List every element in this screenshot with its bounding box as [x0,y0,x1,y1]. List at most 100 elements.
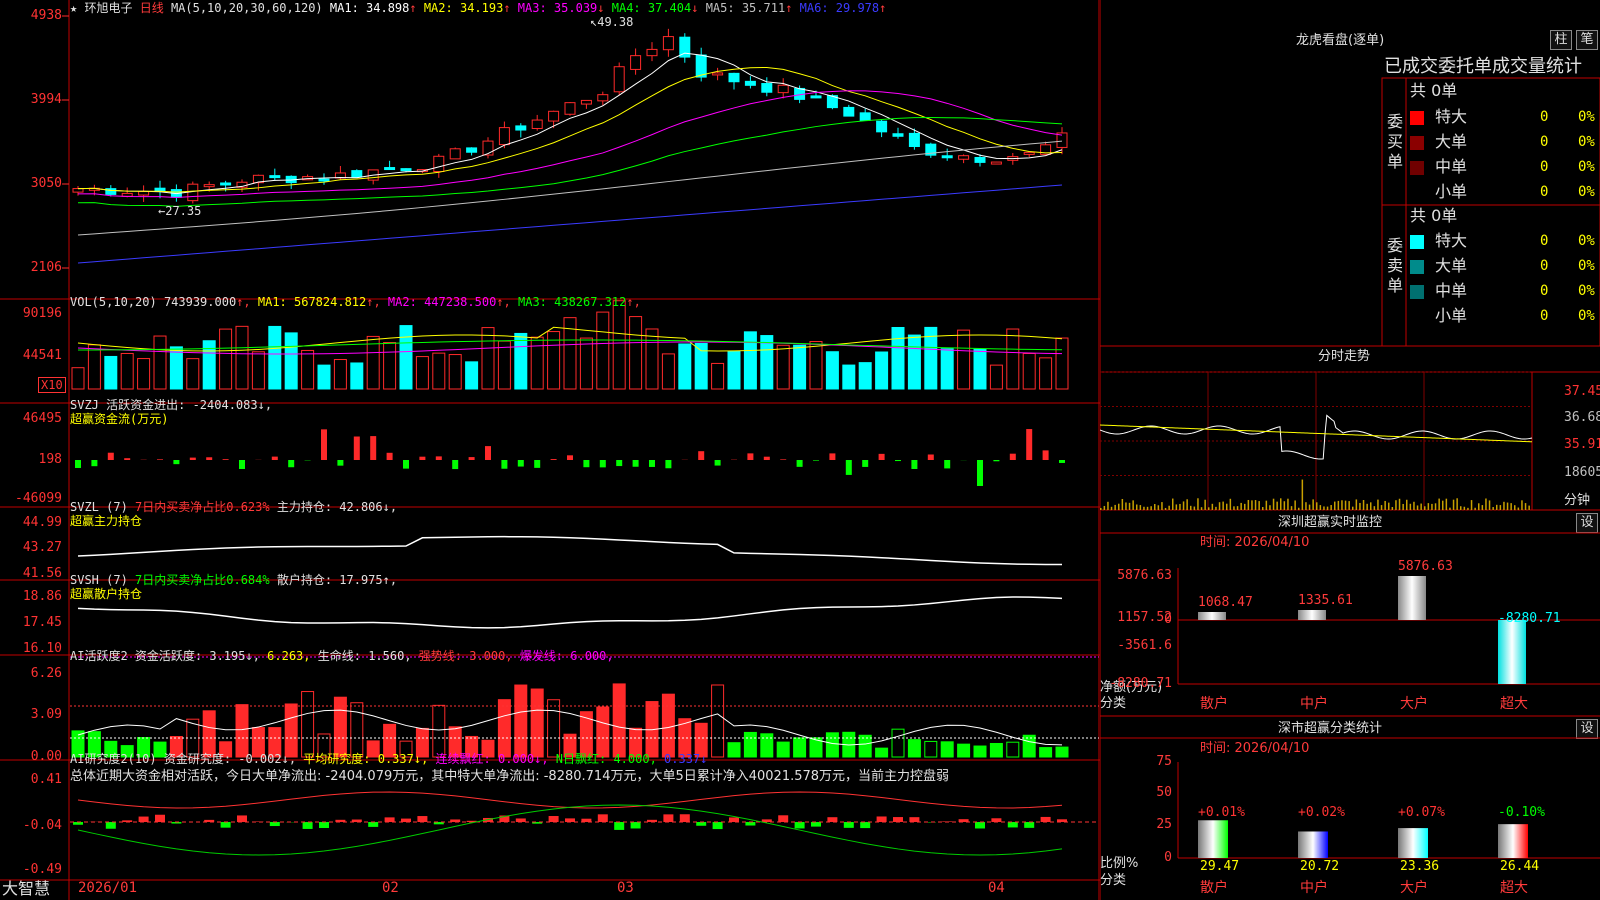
svzj-bar [107,452,114,460]
ai2-bar [138,816,149,822]
fenshi-vol-bar [1463,506,1466,510]
right-panels[interactable] [1100,0,1600,900]
classify-bar [1398,828,1428,858]
ai1-bar [301,691,315,758]
ai1-bars [71,683,1069,758]
main-header: ★ 环旭电子 日线 MA(5,10,20,30,60,120) MA1: 34.… [70,1,886,15]
svzj-bar [550,459,557,460]
fenshi-vol-bar [1474,507,1476,510]
ai1-bar [497,699,511,758]
ai1-bar [989,742,1003,758]
fenshi-vol-bar [1164,507,1167,510]
fenshi-vol-bar [1272,498,1275,510]
candle-body [466,147,478,153]
main-y-label: 2106 [30,260,62,275]
candle-body [515,125,527,131]
ma-6-label: MA6: [792,1,836,15]
stock-title[interactable]: ★ 环旭电子 [70,1,132,15]
svsh-header: SVSH (7) 7日内买卖净占比0.684% 散户持仓: 17.975↑, [70,573,397,587]
svzj-bar [649,460,655,467]
ai2-bar [729,817,739,822]
fenshi-vol-bar [1485,498,1487,510]
fenshi-vol-bar [1481,505,1484,510]
svzj-bar [878,453,885,460]
fenshi-vol-bar [1132,500,1134,510]
fenshi-vol-bar [1251,500,1253,510]
svzj-bar [370,436,377,460]
fenshi-vol-bar [1186,499,1188,510]
candle-body [695,54,707,78]
vol-ma-3-arrow: ↑, [626,295,641,309]
fenshi-vol-bar [1373,506,1376,510]
volume-bar [612,300,626,390]
ma-5-value: 35.711 [741,1,786,15]
ai2-bar [614,822,625,830]
brand-label[interactable]: 大智慧 [2,880,50,898]
ai1-bar [596,706,610,758]
svzj-bar [714,460,721,466]
ai1-bar [793,737,807,758]
fenshi-vol-bar [1456,498,1458,510]
ai1-bar [661,693,675,758]
fenshi-vol-bar [1488,500,1491,510]
svsh-y-label: 16.10 [22,641,62,656]
fenshi-vol-bar [1301,479,1304,510]
ma-2-arrow: ↑ [503,1,511,15]
monitor-value-label: 5876.63 [1398,559,1453,574]
stock-terminal-window: ↖49.38 ←27.35 ★ 环旭电子 日线 MA(5,10,20,30,60,… [0,0,1600,900]
fenshi-vol-bar [1434,503,1437,510]
ai1-bar [825,732,839,758]
ai1-bar [743,731,757,758]
volume-bar [907,334,921,390]
svzj-bar [944,460,951,469]
candle-body [859,112,871,121]
volume-bar [530,336,544,390]
volume-bar [497,340,511,390]
svzj-bar [75,460,81,468]
fenshi-vol-bar [1517,507,1520,510]
fenshi-vol-bar [1258,501,1260,510]
fenshi-vol-bar [1233,506,1235,510]
period-label[interactable]: 日线 [140,1,164,15]
svzj-bar [747,453,754,460]
volume-bar [301,349,315,390]
volume-bar [678,343,692,390]
svzj-bars [75,429,1065,486]
sell-row-color-square [1410,285,1424,299]
buy-row-color-square [1410,161,1424,175]
svzl-ratio: 7日内买卖净占比0.623% [135,500,270,514]
ai2-bar [417,816,428,822]
svzj-line1: SVZJ 活跃资金进出: -2404.083↓, [70,398,273,412]
fenshi-vol-bar [1431,503,1433,510]
candle-body [72,188,84,193]
fenshi-vol-bar [1280,498,1282,510]
fenshi-vol-bar [1337,500,1340,510]
volume-bar [1022,352,1036,390]
ai1-bar [432,704,446,758]
svzl-y-label: 41.56 [22,566,62,581]
ai1-bar [202,710,216,758]
volume-bar [629,316,643,390]
ma-1-value: 34.898 [366,1,410,15]
volume-bar [1006,328,1020,390]
fenshi-vol-bar [1204,499,1206,510]
candle-body [449,148,461,160]
buy-row-name: 中单 [1435,157,1468,176]
ai2-header: AI研究度2(10) 资金研究度: -0.002↓, 平均研究度: 0.337↓… [70,752,707,766]
candle-body [876,120,888,133]
fenshi-vol-bar [1499,505,1502,510]
fenshi-vol-bar [1298,507,1300,510]
fenshi-vol-bar [1143,506,1145,510]
vol-ma-1-value: 567824.812 [294,295,367,309]
ma-6-arrow: ↑ [879,1,887,15]
buy-row-vol: 0 [1540,159,1549,175]
vol-unit-badge[interactable]: X10 [38,377,66,393]
ai1-bar [907,739,921,758]
fenshi-vol-bar [1265,500,1268,510]
ai2-bar [597,814,608,822]
x-axis-label: 03 [617,880,634,896]
fenshi-vol-bar [1247,499,1250,510]
volume-bar [1039,357,1053,390]
volume-bar [104,355,118,390]
monitor-y-label: 0 [1164,612,1172,627]
